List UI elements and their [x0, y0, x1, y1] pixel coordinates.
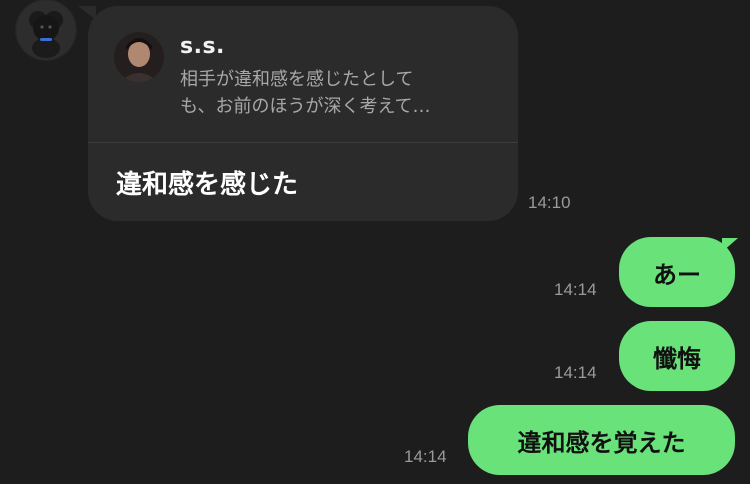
reply-quote-name: s.s.: [180, 34, 225, 59]
sender-avatar[interactable]: [16, 0, 76, 60]
outgoing-bubble-tail: [722, 238, 738, 252]
outgoing-message-text: 懺悔: [653, 344, 701, 373]
incoming-message-bubble[interactable]: s.s. 相手が違和感を感じたとして も、お前のほうが深く考えて… 違和感を感じ…: [78, 6, 518, 221]
reply-quote-text: 相手が違和感を感じたとして も、お前のほうが深く考えて…: [180, 69, 431, 117]
outgoing-timestamp: 14:14: [554, 280, 597, 299]
reply-quote-avatar[interactable]: [114, 32, 164, 82]
incoming-timestamp: 14:10: [528, 193, 571, 212]
reply-divider: [88, 142, 518, 143]
dog-avatar-icon: [16, 0, 76, 60]
person-avatar-icon: [114, 32, 164, 82]
outgoing-message-text: あー: [653, 260, 701, 289]
outgoing-message-bubble[interactable]: 違和感を覚えた: [468, 405, 735, 475]
outgoing-message-text: 違和感を覚えた: [517, 428, 686, 457]
outgoing-timestamp: 14:14: [404, 447, 447, 466]
outgoing-message-bubble[interactable]: あー: [619, 237, 735, 307]
outgoing-message-bubble[interactable]: 懺悔: [619, 321, 735, 391]
bubble-tail: [78, 6, 96, 20]
outgoing-timestamp: 14:14: [554, 363, 597, 382]
incoming-message-text: 違和感を感じた: [116, 170, 299, 200]
